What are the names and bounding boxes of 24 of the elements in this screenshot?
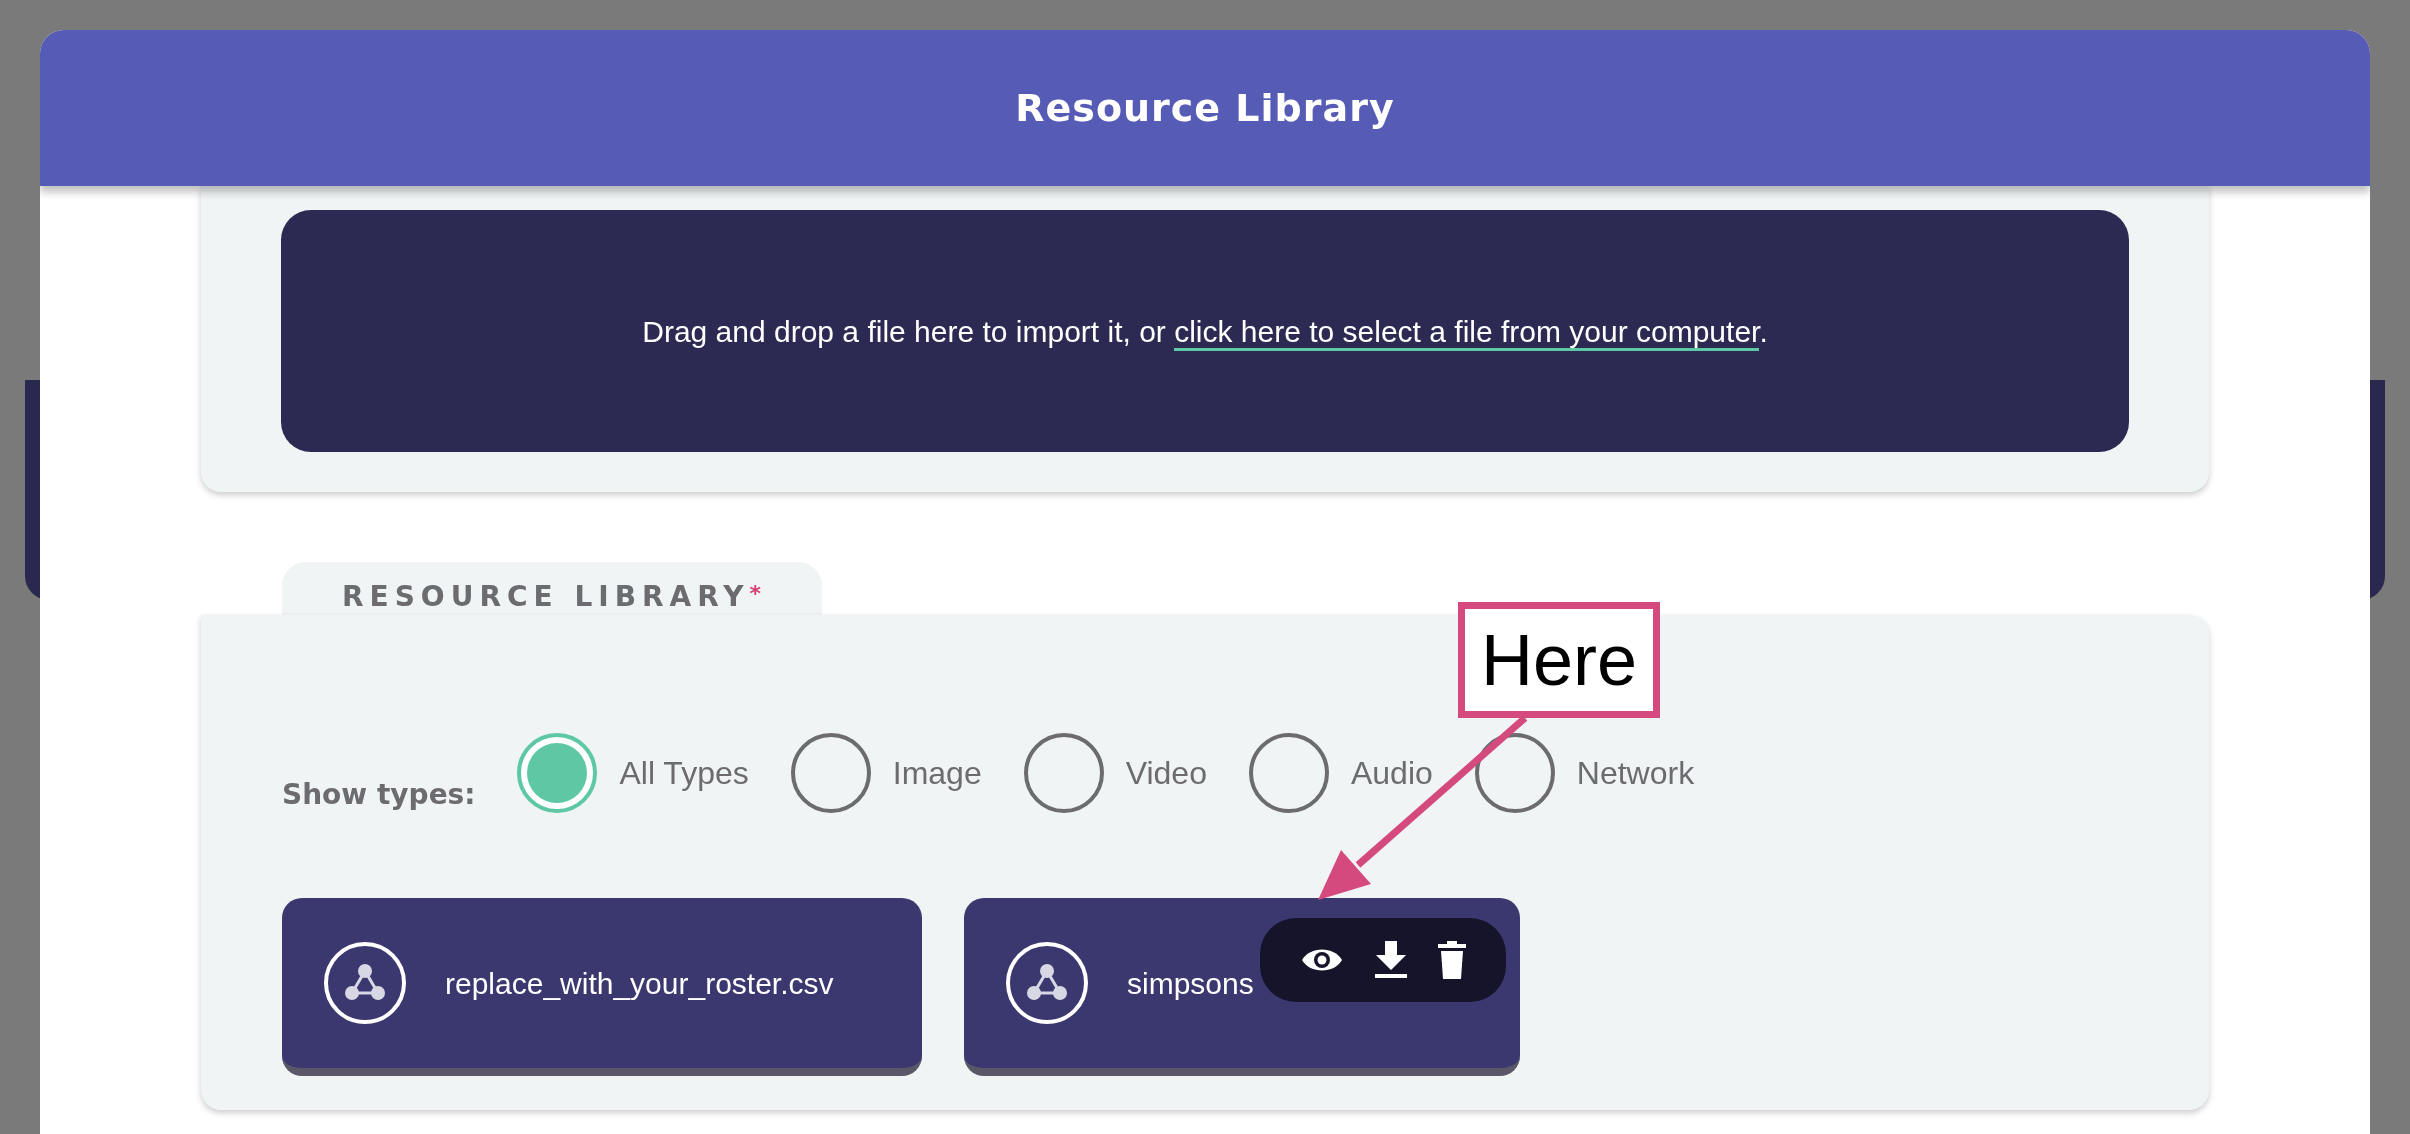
radio-label: Video xyxy=(1125,754,1207,793)
filter-label: Show types: xyxy=(282,777,476,813)
network-icon xyxy=(1005,941,1089,1025)
download-icon[interactable] xyxy=(1374,941,1408,979)
drop-zone[interactable]: Drag and drop a file here to import it, or click here to select a file from your computer. xyxy=(281,210,2129,452)
file-card[interactable]: replace_with_your_roster.csv xyxy=(282,898,922,1076)
file-card[interactable]: simpsons xyxy=(964,898,1520,1076)
trash-icon[interactable] xyxy=(1438,941,1466,979)
dialog-title: Resource Library xyxy=(1015,84,1395,132)
radio-button[interactable] xyxy=(790,733,871,813)
annotation-label: Here xyxy=(1458,602,1660,718)
radio-button[interactable] xyxy=(1023,733,1104,813)
drop-instructions: Drag and drop a file here to import it, or click here to select a file from your computer. xyxy=(642,308,1768,354)
radio-button[interactable] xyxy=(1248,733,1329,813)
radio-label: All Types xyxy=(619,754,749,793)
file-name: simpsons xyxy=(1127,965,1254,1002)
file-name: replace_with_your_roster.csv xyxy=(445,965,834,1002)
network-icon xyxy=(323,941,407,1025)
radio-label: Network xyxy=(1576,754,1695,793)
radio-button[interactable] xyxy=(1474,733,1555,813)
radio-label: Image xyxy=(892,754,982,793)
radio-label: Audio xyxy=(1350,754,1433,793)
section-title: RESOURCE LIBRARY* xyxy=(342,583,768,611)
file-select-link[interactable]: click here to select a file from your computer xyxy=(1174,314,1760,351)
